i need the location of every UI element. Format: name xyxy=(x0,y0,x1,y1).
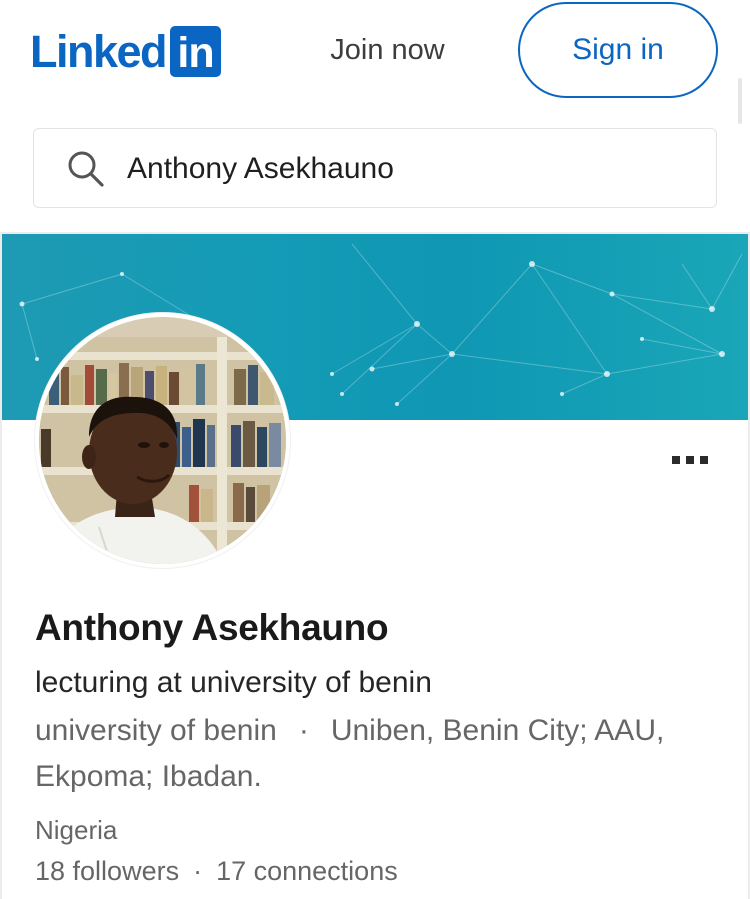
logo-in-badge: in xyxy=(170,25,222,77)
scrollbar[interactable] xyxy=(738,78,742,124)
profile-photo[interactable] xyxy=(35,313,290,568)
separator-dot: · xyxy=(193,856,203,886)
profile-location: Nigeria xyxy=(35,815,118,845)
avatar-image xyxy=(39,317,286,564)
search-icon xyxy=(68,151,104,187)
profile-headline: lecturing at university of benin xyxy=(35,666,432,699)
search-input[interactable] xyxy=(127,145,687,193)
more-options-icon[interactable] xyxy=(660,442,720,478)
logo-wordmark: Linked xyxy=(30,25,168,77)
current-company[interactable]: university of benin xyxy=(35,714,277,747)
followers-count: 18 followers xyxy=(35,856,180,886)
top-navigation: Linked in Join now Sign in xyxy=(0,0,750,124)
linkedin-logo[interactable]: Linked in xyxy=(30,22,222,80)
work-education-line: university of benin · Uniben, Benin City; … xyxy=(35,708,725,800)
profile-name: Anthony Asekhauno xyxy=(35,607,389,648)
search-bar[interactable] xyxy=(33,128,717,208)
separator-dot: · xyxy=(298,714,309,747)
linkedin-profile-page: Linked in Join now Sign in Anthony Asekh… xyxy=(0,0,750,899)
network-stats: 18 followers · 17 connections xyxy=(35,852,398,890)
join-now-button[interactable]: Join now xyxy=(300,22,475,78)
connections-count: 17 connections xyxy=(216,856,398,886)
sign-in-button[interactable]: Sign in xyxy=(518,2,718,98)
